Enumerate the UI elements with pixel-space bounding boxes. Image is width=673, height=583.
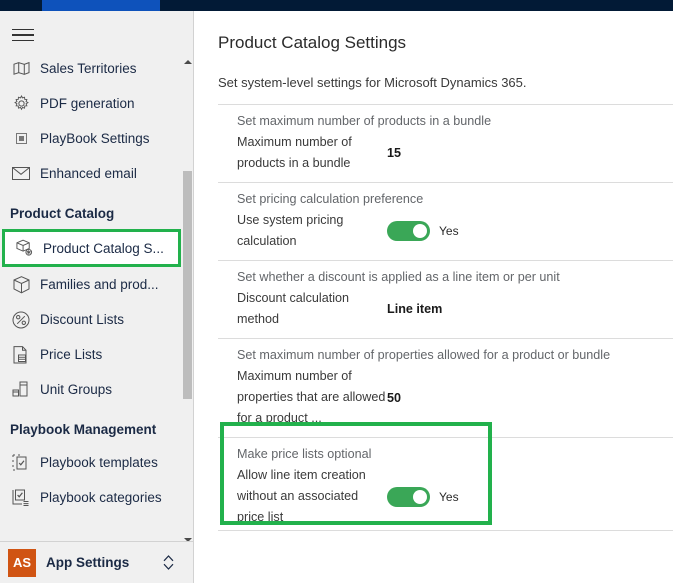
sidebar-section-product-catalog: Product Catalog [0, 191, 193, 229]
setting-row: Set maximum number of properties allowed… [218, 338, 673, 437]
sidebar-item-price-lists[interactable]: Price Lists [0, 337, 193, 372]
setting-row: Set pricing calculation preference Use s… [218, 182, 673, 260]
small-square-icon [8, 128, 34, 150]
sidebar-item-playbook-templates[interactable]: Playbook templates [0, 445, 193, 480]
top-bar-active-tab[interactable] [42, 0, 160, 11]
chevron-updown-icon[interactable] [162, 554, 175, 571]
sidebar-item-label: Families and prod... [40, 277, 159, 292]
setting-body: Discount calculation method Line item [237, 288, 673, 330]
toggle-switch[interactable] [387, 221, 430, 241]
sidebar-item-pdf-generation[interactable]: PDF generation [0, 86, 193, 121]
settings-list: Set maximum number of products in a bund… [218, 104, 673, 536]
toggle-knob [413, 489, 427, 504]
setting-row: Set maximum number of products in a bund… [218, 104, 673, 182]
setting-value[interactable]: 50 [387, 391, 401, 405]
main-content: Product Catalog Settings Set system-leve… [195, 11, 673, 583]
toggle-knob [413, 224, 427, 238]
setting-row: Make price lists optional Allow line ite… [218, 437, 673, 536]
setting-label: Use system pricing calculation [237, 213, 344, 248]
sidebar-nav-list: Sales Territories PDF generation PlayBoo… [0, 51, 193, 551]
setting-description: Set whether a discount is applied as a l… [237, 270, 560, 284]
app-window: Sales Territories PDF generation PlayBoo… [0, 0, 673, 583]
sidebar-item-playbook-categories[interactable]: Playbook categories [0, 480, 193, 515]
setting-description: Set pricing calculation preference [237, 192, 424, 206]
setting-value[interactable]: Line item [387, 302, 442, 316]
sidebar-item-discount-lists[interactable]: Discount Lists [0, 302, 193, 337]
caret-up-icon[interactable] [182, 55, 193, 69]
sidebar-item-label: Enhanced email [40, 166, 137, 181]
sidebar-item-families-and-products[interactable]: Families and prod... [0, 267, 193, 302]
setting-description: Set maximum number of properties allowed… [237, 348, 611, 362]
sidebar-scrollbar-thumb[interactable] [183, 171, 192, 399]
setting-label: Allow line item creation without an asso… [237, 468, 366, 524]
setting-body: Maximum number of properties that are al… [237, 366, 673, 429]
sidebar-item-label: Price Lists [40, 347, 103, 362]
toggle-switch[interactable] [387, 486, 430, 507]
toggle-value-label: Yes [439, 489, 459, 504]
setting-toggle-wrap: Yes [387, 221, 459, 241]
envelope-icon [8, 163, 34, 185]
setting-value[interactable]: 15 [387, 146, 401, 160]
setting-label: Discount calculation method [237, 291, 350, 326]
sidebar-section-label: Product Catalog [10, 206, 115, 221]
sidebar-item-sales-territories[interactable]: Sales Territories [0, 51, 193, 86]
sidebar: Sales Territories PDF generation PlayBoo… [0, 11, 194, 583]
top-bar [0, 0, 673, 11]
setting-body: Use system pricing calculation Yes [237, 210, 673, 252]
setting-description: Set maximum number of products in a bund… [237, 114, 492, 128]
app-settings-label: App Settings [46, 555, 130, 570]
playbook-category-icon [8, 487, 34, 509]
box-icon [8, 274, 34, 296]
sidebar-item-enhanced-email[interactable]: Enhanced email [0, 156, 193, 191]
sidebar-item-label: PlayBook Settings [40, 131, 150, 146]
percent-circle-icon [8, 309, 34, 331]
map-icon [8, 58, 34, 80]
setting-label: Maximum number of products in a bundle [237, 135, 352, 170]
sidebar-item-product-catalog-settings[interactable]: Product Catalog S... [2, 229, 181, 267]
sidebar-section-playbook-management: Playbook Management [0, 407, 193, 445]
playbook-template-icon [8, 452, 34, 474]
app-settings-switcher[interactable]: AS App Settings [0, 541, 193, 583]
setting-row: Set whether a discount is applied as a l… [218, 260, 673, 338]
sidebar-item-label: Product Catalog S... [43, 240, 164, 256]
price-list-icon [8, 344, 34, 366]
setting-body: Maximum number of products in a bundle 1… [237, 132, 673, 174]
sidebar-item-playbook-settings[interactable]: PlayBook Settings [0, 121, 193, 156]
sidebar-section-label: Playbook Management [10, 422, 157, 437]
sidebar-item-label: Playbook templates [40, 455, 158, 470]
sidebar-item-label: Unit Groups [40, 382, 113, 397]
gear-icon [8, 93, 34, 115]
setting-body: Allow line item creation without an asso… [237, 465, 673, 528]
app-settings-badge: AS [8, 548, 36, 577]
sidebar-item-label: Sales Territories [40, 61, 137, 76]
setting-label: Maximum number of properties that are al… [237, 369, 386, 425]
sidebar-item-label: Discount Lists [40, 312, 125, 327]
sidebar-item-label: Playbook categories [40, 490, 162, 505]
sidebar-item-label: PDF generation [40, 96, 135, 111]
toggle-value-label: Yes [439, 224, 459, 238]
page-subtitle: Set system-level settings for Microsoft … [218, 75, 527, 90]
sidebar-item-unit-groups[interactable]: Unit Groups [0, 372, 193, 407]
hamburger-icon[interactable] [8, 23, 38, 47]
product-catalog-settings-icon [11, 237, 37, 259]
settings-list-bottom-divider [218, 530, 673, 531]
unit-groups-icon [8, 379, 34, 401]
setting-description: Make price lists optional [237, 447, 372, 461]
setting-toggle-wrap: Yes [387, 486, 459, 507]
page-title: Product Catalog Settings [218, 33, 407, 52]
